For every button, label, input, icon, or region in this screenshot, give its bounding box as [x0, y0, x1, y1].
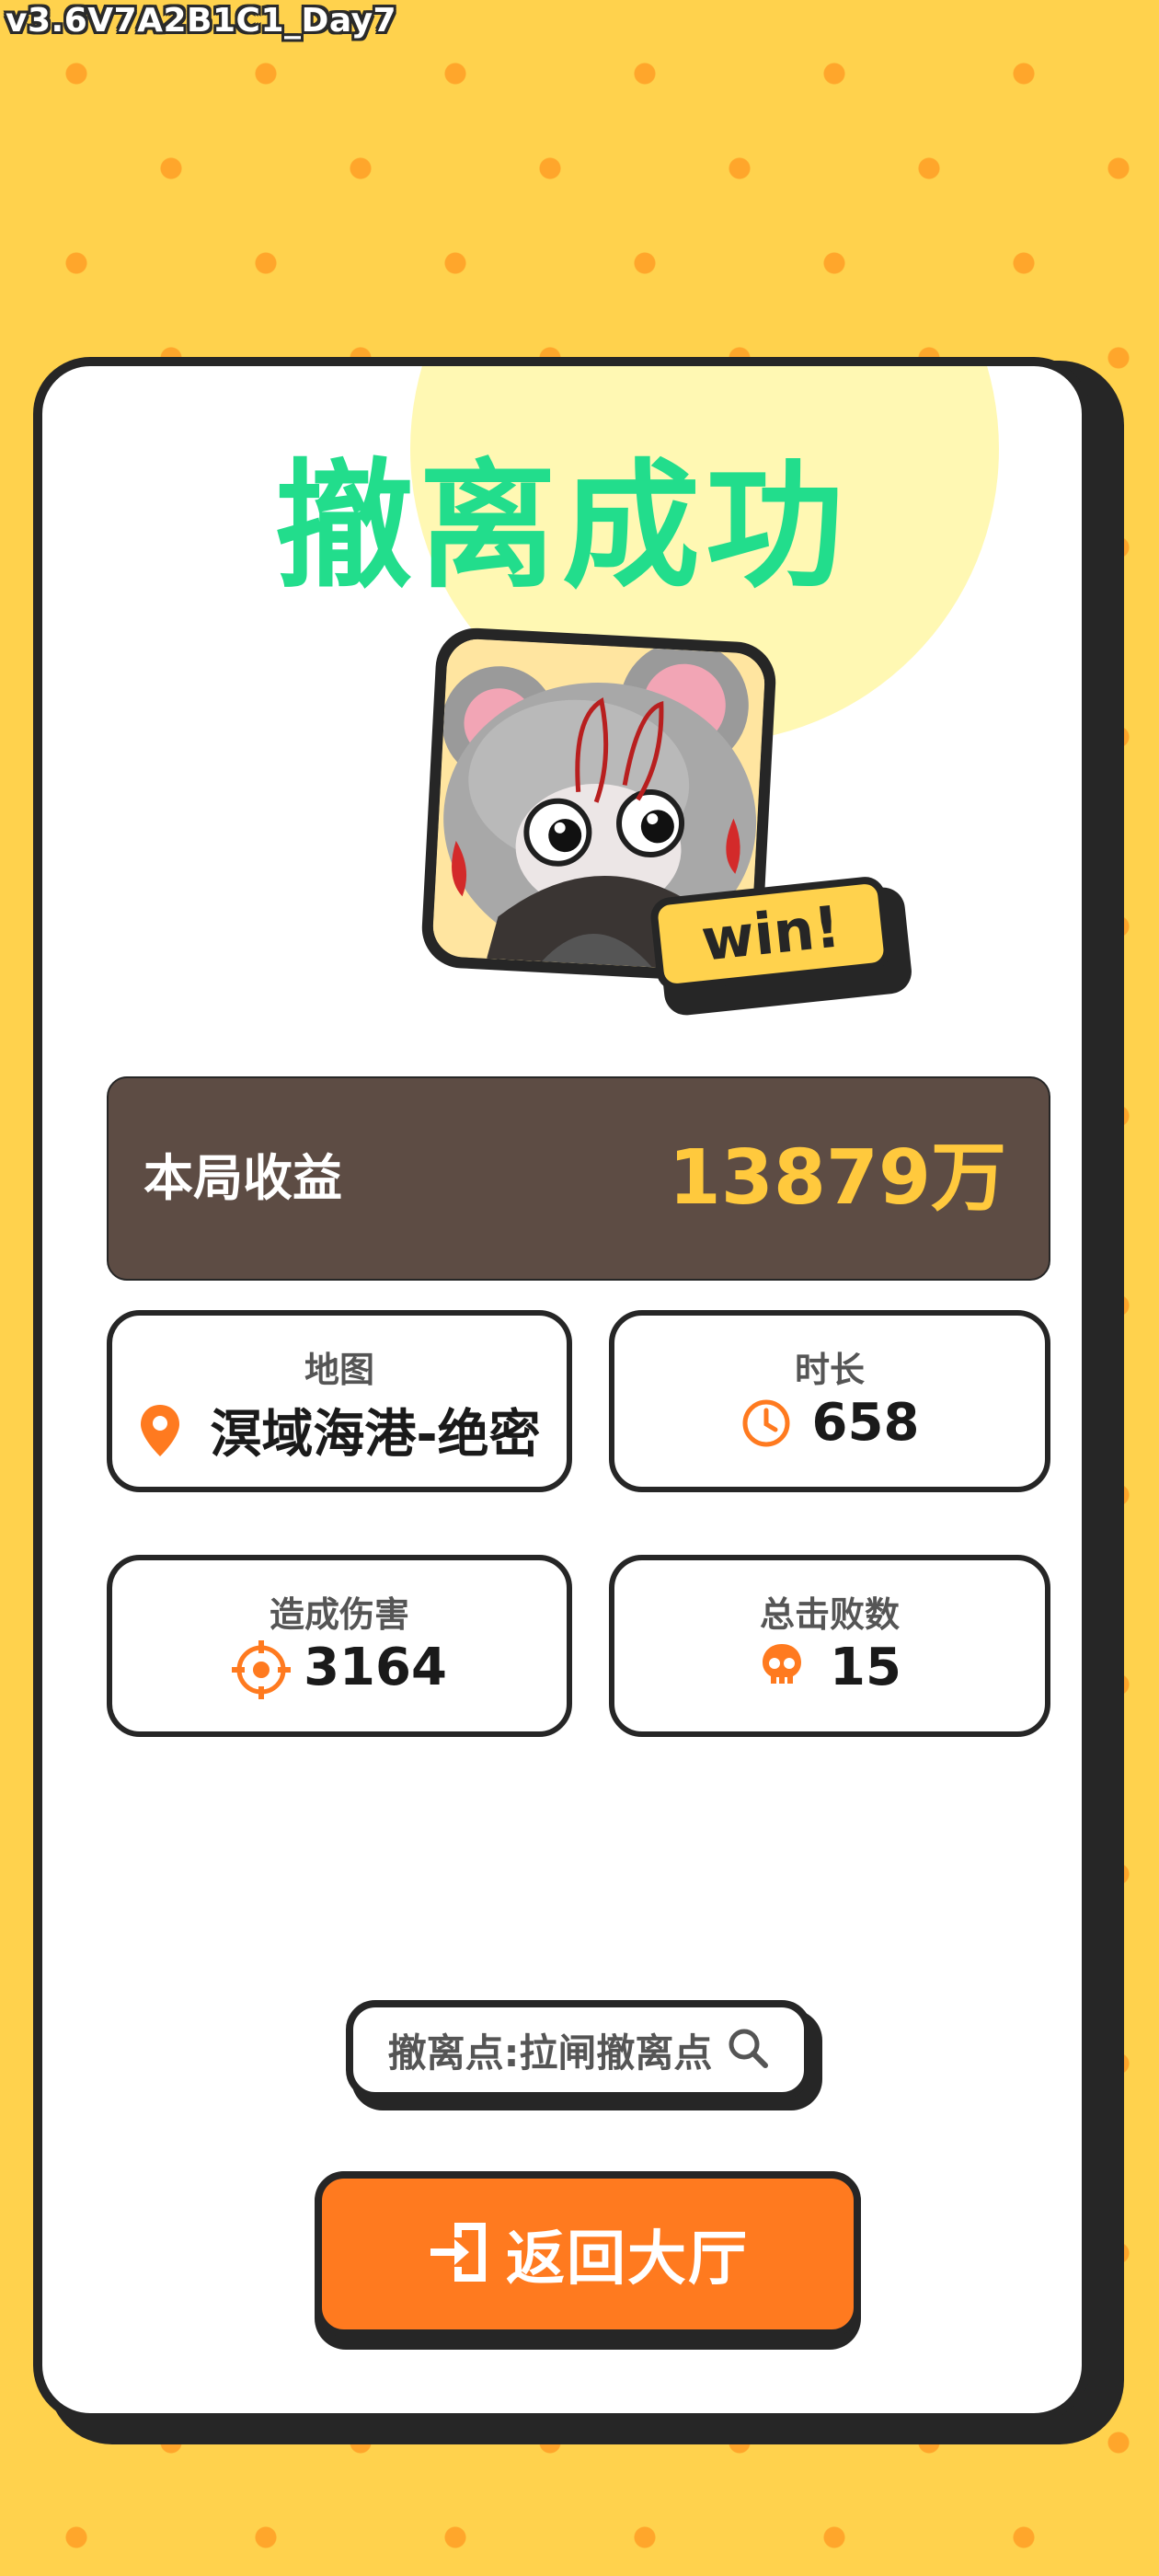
stat-map-value-row: 溟域海港-绝密 [112, 1393, 567, 1467]
return-lobby-button[interactable]: 返回大厅 [315, 2171, 861, 2337]
earnings-panel: 本局收益 13879万 [107, 1076, 1050, 1281]
stat-kills-value: 15 [830, 1638, 901, 1697]
stat-damage: 造成伤害 3164 [107, 1555, 572, 1737]
stat-map-label: 地图 [304, 1350, 374, 1390]
extraction-point-label: 撤离点:拉闸撤离点 [387, 2030, 713, 2076]
exit-door-icon [427, 2219, 491, 2289]
stat-damage-label: 造成伤害 [269, 1594, 409, 1635]
stat-map-value: 溟域海港-绝密 [210, 1405, 541, 1465]
earnings-label: 本局收益 [143, 1149, 342, 1207]
clock-icon [740, 1396, 792, 1451]
stat-damage-value-row: 3164 [112, 1638, 567, 1699]
stat-kills-value-row: 15 [614, 1638, 1045, 1697]
result-title: 撤离成功 [274, 447, 849, 607]
stat-damage-value: 3164 [304, 1638, 447, 1697]
skull-icon [758, 1640, 809, 1696]
result-card: 撤离成功 win! 本局收益 13879万 地图 溟域海港-绝密 时长 658 … [33, 357, 1091, 2422]
stat-duration-value: 658 [811, 1393, 920, 1453]
earnings-value: 13879万 [668, 1134, 1006, 1222]
stat-duration-label: 时长 [794, 1350, 865, 1390]
search-icon [727, 2027, 769, 2073]
stat-duration-value-row: 658 [614, 1393, 1045, 1453]
stat-duration: 时长 658 [609, 1310, 1050, 1492]
stat-map: 地图 溟域海港-绝密 [107, 1310, 572, 1492]
version-label: v3.6V7A2B1C1_Day7 [6, 2, 397, 40]
return-lobby-label: 返回大厅 [506, 2225, 749, 2294]
extraction-point-pill[interactable]: 撤离点:拉闸撤离点 [346, 2000, 811, 2099]
stat-kills-label: 总击败数 [759, 1594, 900, 1635]
location-pin-icon [138, 1403, 189, 1458]
crosshair-icon [232, 1639, 292, 1699]
stat-kills: 总击败数 15 [609, 1555, 1050, 1737]
